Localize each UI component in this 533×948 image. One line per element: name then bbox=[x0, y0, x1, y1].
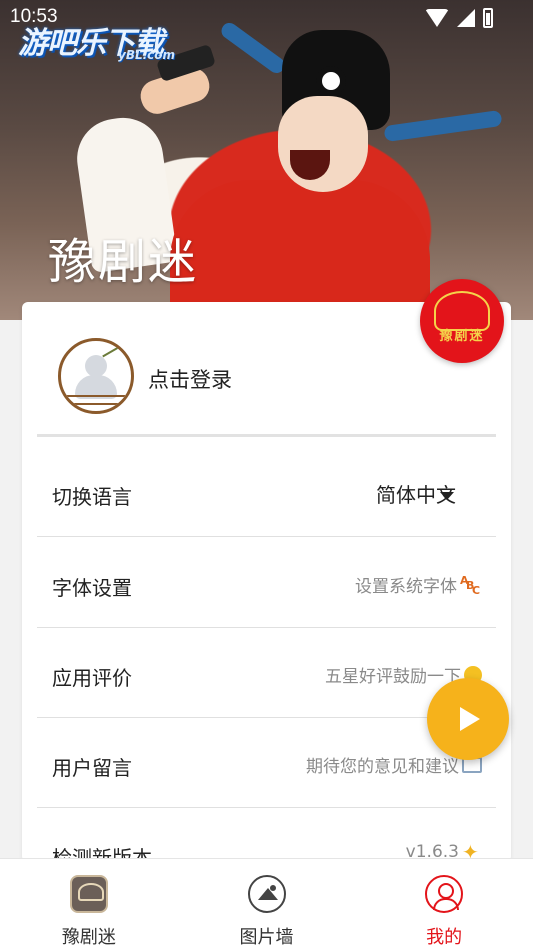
banner-hat-ornament bbox=[316, 66, 346, 96]
play-icon bbox=[460, 707, 480, 731]
setting-row-feedback[interactable]: 用户留言 期待您的意见和建议 bbox=[37, 718, 496, 808]
setting-row-font[interactable]: 字体设置 设置系统字体 ABC bbox=[37, 538, 496, 628]
setting-label: 用户留言 bbox=[52, 756, 132, 780]
abc-icon: ABC bbox=[460, 573, 481, 597]
setting-label: 字体设置 bbox=[52, 576, 132, 600]
nav-label: 豫剧迷 bbox=[61, 927, 116, 948]
avatar-railing bbox=[67, 395, 125, 405]
banner-face bbox=[278, 96, 368, 192]
setting-row-language[interactable]: 切换语言 简体中文 bbox=[37, 447, 496, 537]
avatar-head bbox=[85, 355, 107, 377]
setting-value-text: 五星好评鼓励一下 bbox=[325, 667, 461, 687]
nav-item-opera[interactable]: 豫剧迷 bbox=[0, 859, 178, 948]
battery-icon bbox=[483, 8, 493, 28]
gallery-icon bbox=[247, 875, 286, 913]
nav-item-gallery[interactable]: 图片墙 bbox=[178, 859, 356, 948]
play-button[interactable] bbox=[427, 678, 509, 760]
watermark-logo: 游吧乐下载 yBL.com bbox=[18, 18, 175, 62]
setting-value-text: 期待您的意见和建议 bbox=[306, 757, 459, 777]
avatar-twig bbox=[102, 342, 126, 358]
setting-label: 切换语言 bbox=[52, 485, 132, 509]
settings-card: 点击登录 切换语言 简体中文 字体设置 设置系统字体 ABC 应用评价 五星好评… bbox=[22, 302, 511, 862]
page-title: 豫剧迷 bbox=[48, 234, 199, 290]
setting-row-rating[interactable]: 应用评价 五星好评鼓励一下 bbox=[37, 628, 496, 718]
login-label[interactable]: 点击登录 bbox=[148, 364, 232, 394]
app-badge[interactable]: 豫剧迷 bbox=[420, 279, 504, 363]
profile-icon bbox=[425, 875, 464, 913]
setting-value-text: 设置系统字体 bbox=[355, 577, 457, 597]
avatar[interactable] bbox=[58, 338, 134, 414]
caret-down-icon[interactable] bbox=[440, 492, 454, 500]
signal-icon bbox=[457, 9, 475, 27]
status-icons bbox=[425, 8, 493, 28]
bottom-navigation: 豫剧迷 图片墙 我的 bbox=[0, 858, 533, 948]
setting-row-version[interactable]: 检测新版本 v1.6.3 ✦ bbox=[37, 808, 496, 862]
setting-value: 设置系统字体 ABC bbox=[355, 572, 482, 598]
setting-label: 应用评价 bbox=[52, 666, 132, 690]
nav-label: 图片墙 bbox=[239, 927, 294, 948]
banner-hat-wing-right bbox=[383, 109, 503, 143]
divider bbox=[37, 434, 496, 437]
banner-robe bbox=[170, 180, 430, 320]
watermark-sub: yBL.com bbox=[118, 48, 176, 62]
badge-label: 豫剧迷 bbox=[439, 329, 485, 344]
nav-label: 我的 bbox=[426, 927, 463, 948]
opera-icon bbox=[69, 875, 108, 913]
nav-item-me[interactable]: 我的 bbox=[355, 859, 533, 948]
wifi-icon bbox=[425, 9, 449, 27]
